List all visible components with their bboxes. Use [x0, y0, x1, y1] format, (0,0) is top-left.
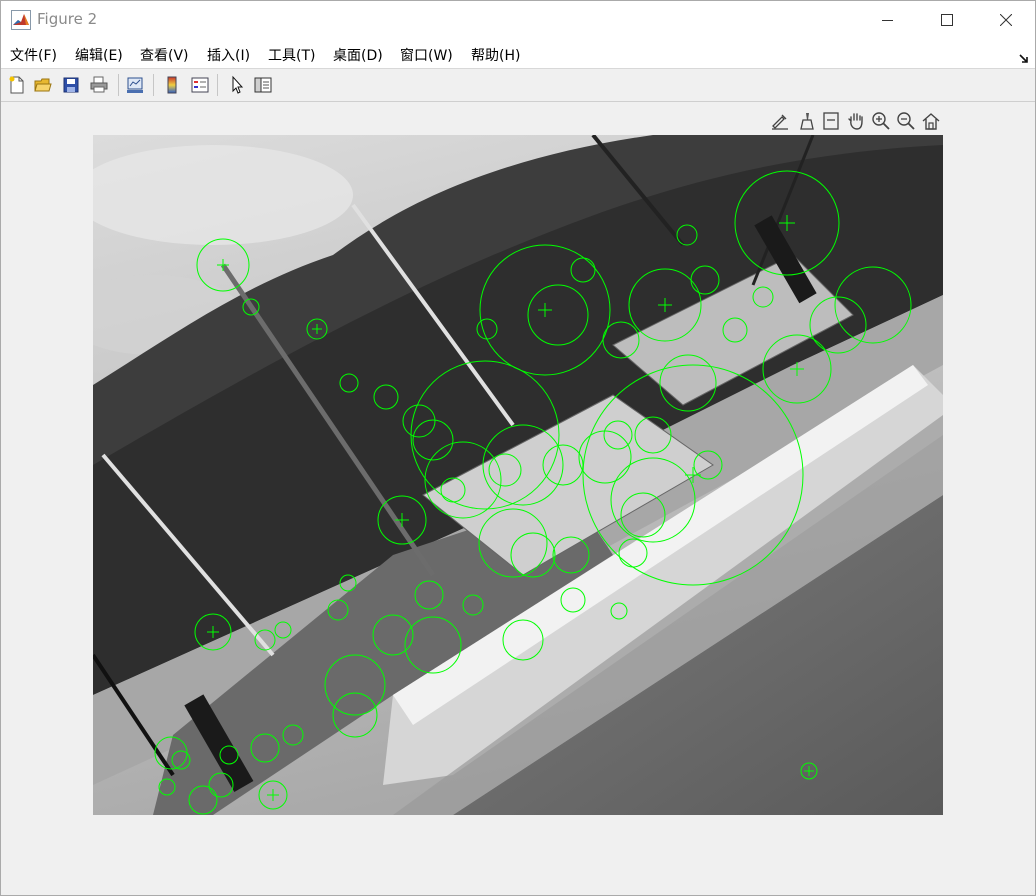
colorbar-button[interactable] [160, 73, 184, 97]
maximize-button[interactable] [918, 1, 976, 39]
menu-tools[interactable]: 工具(T) [268, 45, 315, 65]
property-inspector-button[interactable] [251, 73, 275, 97]
save-button[interactable] [59, 73, 83, 97]
menu-edit[interactable]: 编辑(E) [75, 45, 123, 65]
menu-file[interactable]: 文件(F) [10, 45, 57, 65]
dock-figure-button[interactable] [1019, 49, 1029, 68]
data-brush-icon [800, 113, 814, 130]
open-file-icon [34, 78, 52, 92]
minimize-button[interactable] [859, 1, 917, 39]
menu-view[interactable]: 查看(V) [140, 45, 189, 65]
title-bar: Figure 2 [1, 1, 1035, 39]
link-plot-icon [127, 77, 143, 93]
matlab-logo-icon [11, 10, 31, 30]
minimize-icon [882, 20, 893, 21]
menu-desktop[interactable]: 桌面(D) [333, 45, 383, 65]
open-file-button[interactable] [31, 73, 55, 97]
menu-insert[interactable]: 插入(I) [207, 45, 250, 65]
zoom-in-button[interactable] [869, 109, 893, 133]
close-icon [1000, 14, 1012, 26]
brush-export-icon [772, 114, 788, 130]
new-figure-button[interactable] [5, 73, 29, 97]
print-button[interactable] [87, 73, 111, 97]
print-icon [90, 76, 108, 93]
pointer-icon [232, 75, 244, 94]
pan-button[interactable] [844, 109, 868, 133]
legend-button[interactable] [188, 73, 212, 97]
pointer-button[interactable] [225, 73, 249, 97]
menu-help[interactable]: 帮助(H) [471, 45, 520, 65]
home-restore-button[interactable] [919, 109, 943, 133]
data-tips-button[interactable] [819, 109, 843, 133]
pan-hand-icon [848, 113, 863, 130]
close-button[interactable] [977, 1, 1035, 39]
menu-window[interactable]: 窗口(W) [400, 45, 453, 65]
boat-photo-image [63, 133, 943, 815]
figure-window: Figure 2 文件(F) 编辑(E) 查看(V) 插入(I) 工具(T) 桌… [0, 0, 1036, 896]
brush-export-button[interactable] [768, 109, 792, 133]
maximize-icon [941, 14, 953, 26]
save-icon [63, 77, 79, 93]
colorbar-icon [167, 76, 177, 94]
toolbar-separator [217, 74, 218, 96]
zoom-out-button[interactable] [894, 109, 918, 133]
figure-axes-image[interactable] [63, 133, 943, 815]
zoom-in-icon [872, 112, 890, 130]
toolbar-separator [153, 74, 154, 96]
data-tips-icon [823, 112, 839, 130]
zoom-out-icon [897, 112, 915, 130]
menu-bar: 文件(F) 编辑(E) 查看(V) 插入(I) 工具(T) 桌面(D) 窗口(W… [1, 39, 1035, 69]
new-figure-icon [9, 76, 24, 94]
legend-icon [191, 77, 209, 93]
window-title: Figure 2 [37, 10, 98, 28]
data-brush-button[interactable] [794, 109, 818, 133]
dock-arrow-icon [1019, 54, 1028, 63]
home-restore-icon [922, 113, 940, 130]
link-plot-button[interactable] [123, 73, 147, 97]
figure-toolbar [1, 69, 1035, 102]
toolbar-separator [118, 74, 119, 96]
property-inspector-icon [254, 77, 272, 93]
